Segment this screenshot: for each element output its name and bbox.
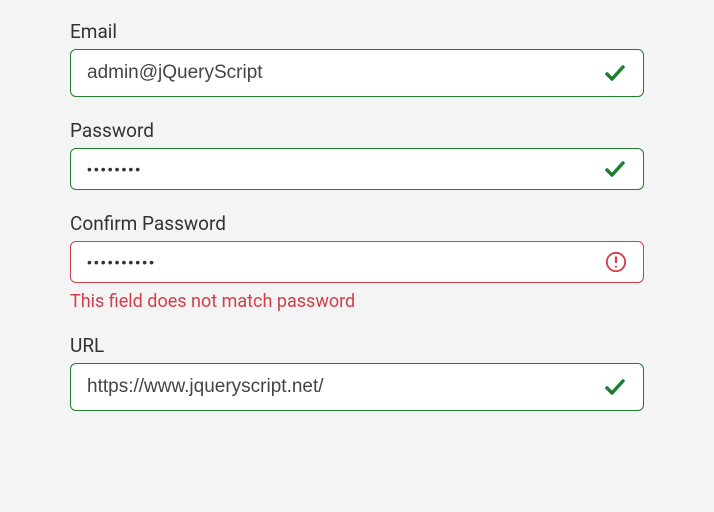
confirm-password-group: Confirm Password This field does not mat… bbox=[70, 212, 644, 312]
password-input-wrapper bbox=[70, 148, 644, 190]
confirm-password-input-wrapper bbox=[70, 241, 644, 283]
check-icon bbox=[603, 375, 643, 399]
url-field[interactable] bbox=[71, 364, 603, 410]
url-input-wrapper bbox=[70, 363, 644, 411]
check-icon bbox=[603, 157, 643, 181]
confirm-password-field[interactable] bbox=[71, 242, 605, 282]
check-icon bbox=[603, 61, 643, 85]
email-label: Email bbox=[70, 20, 644, 43]
password-group: Password bbox=[70, 119, 644, 190]
password-label: Password bbox=[70, 119, 644, 142]
password-field[interactable] bbox=[71, 149, 603, 189]
confirm-password-label: Confirm Password bbox=[70, 212, 644, 235]
email-input-wrapper bbox=[70, 49, 644, 97]
email-field[interactable] bbox=[71, 50, 603, 96]
alert-icon bbox=[605, 251, 643, 273]
url-label: URL bbox=[70, 334, 644, 357]
email-group: Email bbox=[70, 20, 644, 97]
confirm-password-error: This field does not match password bbox=[70, 291, 644, 312]
url-group: URL bbox=[70, 334, 644, 411]
